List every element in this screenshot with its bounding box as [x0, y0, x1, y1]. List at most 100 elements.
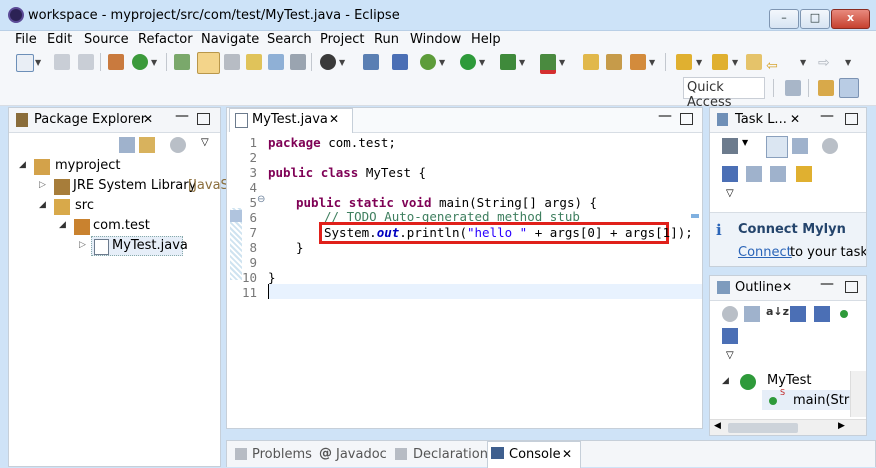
chevron-down-icon[interactable]: ▼	[559, 58, 565, 67]
chevron-down-icon[interactable]: ▼	[649, 58, 655, 67]
toggle-block-selection-icon[interactable]	[224, 54, 240, 70]
chevron-down-icon[interactable]: ▼	[339, 58, 345, 67]
menu-navigate[interactable]: Navigate	[201, 32, 259, 47]
menu-file[interactable]: File	[15, 32, 37, 47]
menu-edit[interactable]: Edit	[47, 32, 72, 47]
build-icon[interactable]	[108, 54, 124, 70]
expand-arrow-icon[interactable]: ◢	[19, 160, 26, 170]
console-icon[interactable]	[363, 54, 379, 70]
close-icon[interactable]: ✕	[329, 112, 339, 126]
view-menu-chevron-icon[interactable]: ▽	[726, 188, 734, 199]
minimize-view-icon[interactable]: —	[175, 108, 189, 124]
open-perspective-icon[interactable]	[785, 80, 801, 96]
chevron-down-icon[interactable]: ▼	[479, 58, 485, 67]
tab-mytest-java[interactable]: MyTest.java	[252, 112, 328, 127]
code-line-8[interactable]: }	[296, 240, 304, 255]
collapse-arrow-icon[interactable]: ▷	[39, 180, 46, 190]
sort-alphabetically-icon[interactable]: a↓z	[766, 305, 789, 318]
vertical-scrollbar[interactable]	[850, 371, 866, 417]
code-line-3[interactable]: public class MyTest {	[268, 165, 426, 180]
code-line-1[interactable]: package com.test;	[268, 135, 396, 150]
collapse-all-icon[interactable]	[722, 306, 738, 322]
close-icon[interactable]: ✕	[782, 280, 792, 294]
hide-fields-icon[interactable]	[790, 306, 806, 322]
save-icon[interactable]	[54, 54, 70, 70]
categorized-icon[interactable]	[766, 136, 788, 158]
tab-problems[interactable]: Problems	[252, 447, 312, 462]
coverage-icon[interactable]	[500, 54, 516, 70]
minimize-view-icon[interactable]: —	[820, 276, 834, 292]
java-perspective-icon[interactable]	[839, 78, 859, 98]
expand-arrow-icon[interactable]: ◢	[39, 200, 46, 210]
minimize-view-icon[interactable]: —	[820, 108, 834, 124]
tab-task-list[interactable]: Task L...	[735, 112, 787, 127]
quick-access-field[interactable]: Quick Access	[683, 77, 765, 110]
expand-arrow-icon[interactable]: ◢	[59, 220, 66, 230]
open-type-icon[interactable]	[174, 54, 190, 70]
hide-non-public-icon[interactable]	[840, 310, 848, 318]
chevron-down-icon[interactable]: ▼	[519, 58, 525, 67]
scheduled-icon[interactable]	[792, 138, 808, 154]
chevron-down-icon[interactable]: ▼	[800, 58, 806, 67]
view-menu-chevron-icon[interactable]: ▽	[726, 350, 734, 361]
hide-completed-icon[interactable]	[722, 166, 738, 182]
next-annotation-icon[interactable]	[676, 54, 692, 70]
link-with-editor-icon[interactable]	[139, 137, 155, 153]
tab-console[interactable]: Console	[509, 447, 561, 462]
open-folder-icon[interactable]	[583, 54, 599, 70]
overview-ruler-marker[interactable]	[691, 214, 699, 218]
chevron-down-icon[interactable]: ▼	[845, 58, 851, 67]
pilcrow-icon[interactable]	[290, 54, 306, 70]
synchronize-icon[interactable]	[796, 166, 812, 182]
search-torch-icon[interactable]	[630, 54, 646, 70]
chevron-down-icon[interactable]: ▼	[742, 138, 748, 147]
toggle-mark-occurrences-icon[interactable]	[197, 52, 220, 74]
new-icon[interactable]	[16, 54, 34, 72]
save-all-icon[interactable]	[78, 54, 94, 70]
show-whitespace-icon[interactable]	[246, 54, 262, 70]
hide-static-icon[interactable]	[814, 306, 830, 322]
debug-icon[interactable]	[420, 54, 436, 70]
maximize-button[interactable]: □	[800, 9, 830, 29]
new-task-icon[interactable]	[722, 138, 738, 154]
expand-arrow-icon[interactable]: ◢	[722, 376, 729, 386]
tab-javadoc[interactable]: Javadoc	[336, 447, 387, 462]
code-line-10[interactable]: }	[268, 270, 276, 285]
expand-icon[interactable]	[770, 166, 786, 182]
horizontal-scrollbar[interactable]: ◀ ▶	[710, 419, 866, 435]
forward-arrow-icon[interactable]: ⇨	[818, 55, 830, 71]
sort-icon[interactable]	[744, 306, 760, 322]
code-line-7[interactable]: System.out.println("hello " + args[0] + …	[324, 225, 693, 240]
tab-outline[interactable]: Outline	[735, 280, 782, 295]
run-icon[interactable]	[460, 54, 476, 70]
chevron-down-icon[interactable]: ▼	[696, 58, 702, 67]
chevron-down-icon[interactable]: ▼	[151, 58, 157, 67]
tree-item-src[interactable]: src	[75, 198, 94, 213]
menu-help[interactable]: Help	[471, 32, 501, 47]
menu-run[interactable]: Run	[374, 32, 399, 47]
external-tools-icon[interactable]	[540, 54, 556, 74]
menu-search[interactable]: Search	[267, 32, 312, 47]
tree-item-project[interactable]: myproject	[55, 158, 120, 173]
last-edit-icon[interactable]	[746, 54, 762, 70]
debug-person-icon[interactable]	[320, 54, 336, 70]
close-icon[interactable]: ✕	[143, 112, 153, 126]
task-marker-icon[interactable]	[230, 210, 242, 222]
focus-icon[interactable]	[822, 138, 838, 154]
java-ee-perspective-icon[interactable]	[818, 80, 834, 96]
scroll-right-icon[interactable]: ▶	[838, 421, 845, 431]
previous-annotation-icon[interactable]	[712, 54, 728, 70]
open-task-icon[interactable]	[606, 54, 622, 70]
maximize-view-icon[interactable]	[680, 113, 693, 125]
chevron-down-icon[interactable]: ▼	[732, 58, 738, 67]
close-button[interactable]: x	[831, 9, 870, 29]
collapse-arrow-icon[interactable]: ▷	[79, 240, 86, 250]
code-line-5[interactable]: public static void main(String[] args) {	[296, 195, 597, 210]
scroll-left-icon[interactable]: ◀	[714, 421, 721, 431]
maximize-view-icon[interactable]	[845, 113, 858, 125]
view-menu-chevron-icon[interactable]: ▽	[201, 137, 209, 148]
annotation-icon[interactable]	[268, 54, 284, 70]
tree-item-file[interactable]: MyTest.java	[112, 238, 188, 253]
tab-package-explorer[interactable]: Package Explorer	[34, 112, 146, 127]
connect-link[interactable]: Connect	[738, 245, 792, 260]
